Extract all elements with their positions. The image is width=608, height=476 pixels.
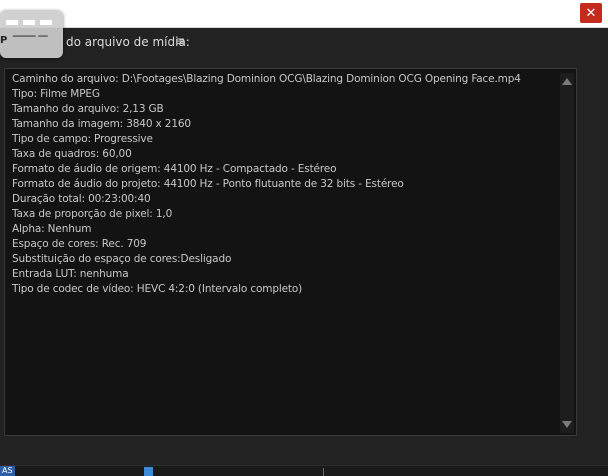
- drag-ghost-icon: P ‾‾‾‾‾ ‾‾: [0, 10, 63, 58]
- info-line-pixel-aspect: Taxa de proporção de pixel: 1,0: [12, 208, 173, 220]
- info-line-size: Tamanho do arquivo: 2,13 GB: [12, 103, 164, 115]
- info-line-color-override: Substituição do espaço de cores:Desligad…: [12, 253, 232, 265]
- panel-header: do arquivo de mídia: ≡: [0, 30, 608, 54]
- info-line-source-audio: Formato de áudio de origem: 44100 Hz - C…: [12, 163, 337, 175]
- info-line-image-size: Tamanho da imagem: 3840 x 2160: [12, 118, 191, 130]
- scroll-up-arrow-icon[interactable]: [562, 78, 572, 85]
- info-line-type: Tipo: Filme MPEG: [12, 88, 100, 100]
- close-icon: ✕: [585, 5, 597, 21]
- info-line-frame-rate: Taxa de quadros: 60,00: [12, 148, 132, 160]
- scroll-down-arrow-icon[interactable]: [562, 421, 572, 428]
- panel-title: do arquivo de mídia:: [66, 35, 190, 49]
- ghost-label: P ‾‾‾‾‾ ‾‾: [0, 35, 48, 46]
- info-line-alpha: Alpha: Nenhum: [12, 223, 92, 235]
- hamburger-menu-icon[interactable]: ≡: [175, 34, 185, 48]
- bottom-timeline-strip: AS: [0, 465, 608, 476]
- info-lines: Caminho do arquivo: D:\Footages\Blazing …: [12, 72, 521, 297]
- info-line-path: Caminho do arquivo: D:\Footages\Blazing …: [12, 73, 521, 85]
- vertical-scrollbar[interactable]: [560, 73, 574, 433]
- info-line-field-type: Tipo de campo: Progressive: [12, 133, 153, 145]
- window-title-strip: ✕: [0, 0, 608, 28]
- info-line-color-space: Espaço de cores: Rec. 709: [12, 238, 147, 250]
- info-line-codec: Tipo de codec de vídeo: HEVC 4:2:0 (Inte…: [12, 283, 303, 295]
- info-line-project-audio: Formato de áudio do projeto: 44100 Hz - …: [12, 178, 404, 190]
- media-info-textbox[interactable]: Caminho do arquivo: D:\Footages\Blazing …: [4, 68, 577, 436]
- close-button[interactable]: ✕: [580, 3, 602, 23]
- info-line-duration: Duração total: 00:23:00:40: [12, 193, 151, 205]
- info-line-lut: Entrada LUT: nenhuma: [12, 268, 129, 280]
- dashes-graphic: [6, 20, 56, 25]
